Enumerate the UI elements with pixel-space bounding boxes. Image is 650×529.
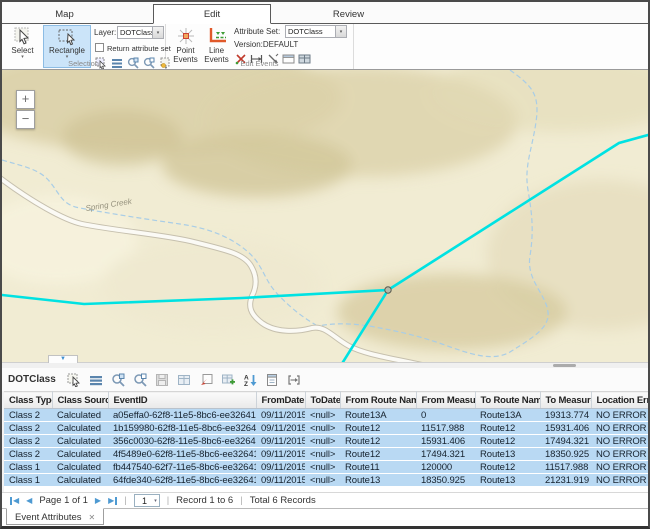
ribbon: Select ▾ Rectangle ▾ Layer: DOTClass ▾ R: [2, 24, 648, 70]
page-number-dropdown-icon: ▾: [154, 498, 159, 504]
layer-label: Layer:: [94, 28, 116, 37]
col-to-measure[interactable]: To Measure: [540, 392, 591, 409]
version-label: Version:DEFAULT: [234, 40, 298, 49]
table-row[interactable]: Class 2Calculated356c0030-62f8-11e5-8bc6…: [4, 435, 650, 448]
col-eventid[interactable]: EventID: [108, 392, 256, 409]
switch-table-icon[interactable]: [176, 372, 192, 388]
table-row[interactable]: Class 2Calculated4f5489e0-62f8-11e5-8bc6…: [4, 448, 650, 461]
record-range-text: Record 1 to 6: [176, 495, 233, 506]
report-icon[interactable]: [264, 372, 280, 388]
table-row[interactable]: Class 1Calculated64fde340-62f8-11e5-8bc6…: [4, 474, 650, 487]
select-cursor-icon: [13, 26, 33, 46]
map-canvas: Spring Creek: [2, 70, 648, 362]
route-junction-marker[interactable]: [385, 287, 391, 293]
table-row[interactable]: Class 2Calculateda05effa0-62f8-11e5-8bc6…: [4, 409, 650, 422]
selection-group: Select ▾ Rectangle ▾ Layer: DOTClass ▾ R: [2, 24, 166, 69]
col-todate[interactable]: ToDate: [305, 392, 340, 409]
pan-to-selected-icon[interactable]: [132, 372, 148, 388]
col-to-route-name[interactable]: To Route Name: [475, 392, 540, 409]
app-window: Map Edit Review Select ▾: [0, 0, 650, 529]
table-header-row: Class Type Class Source EventID FromDate…: [4, 392, 650, 409]
col-from-route-name[interactable]: From Route Name: [340, 392, 416, 409]
col-location-error[interactable]: Location Error: [591, 392, 650, 409]
record-pager: ◀ ◀ Page 1 of 1 ▶ ▶ | 1 ▾ | Record 1 to …: [2, 492, 648, 508]
collapse-triangle-icon: ▼: [60, 356, 66, 362]
attribute-set-label: Attribute Set:: [234, 27, 280, 36]
save-icon[interactable]: [154, 372, 170, 388]
attribute-table-container: Class Type Class Source EventID FromDate…: [2, 391, 648, 492]
tab-event-attributes[interactable]: Event Attributes ✕: [6, 508, 104, 525]
svg-text:Z: Z: [244, 381, 248, 387]
tab-review[interactable]: Review: [301, 5, 396, 23]
table-row[interactable]: Class 2Calculated1b159980-62f8-11e5-8bc6…: [4, 422, 650, 435]
next-page-button[interactable]: ▶: [95, 497, 101, 505]
point-events-icon: [175, 26, 197, 46]
zoom-out-button[interactable]: −: [16, 110, 35, 129]
pager-separator: |: [167, 495, 169, 506]
edit-events-group-label: Edit Events: [166, 59, 353, 68]
line-events-icon: [206, 26, 228, 46]
total-records-text: Total 6 Records: [250, 495, 316, 506]
first-page-button[interactable]: ◀: [10, 497, 19, 505]
col-from-measure[interactable]: From Measure: [416, 392, 475, 409]
table-options-icon[interactable]: [88, 372, 104, 388]
table-select-icon[interactable]: [66, 372, 82, 388]
map-hscrollbar-thumb[interactable]: [553, 364, 576, 367]
selection-group-label: Selection: [2, 59, 165, 68]
zoom-to-selected-icon[interactable]: [110, 372, 126, 388]
line-events-label-1: Line: [209, 47, 224, 55]
table-title: DOTClass: [8, 374, 56, 385]
col-class-source[interactable]: Class Source: [52, 392, 108, 409]
collapse-panel-button[interactable]: ▼: [48, 355, 78, 363]
attribute-set-combobox[interactable]: DOTClass ▾: [285, 25, 347, 38]
measure-records-icon[interactable]: [286, 372, 302, 388]
col-class-type[interactable]: Class Type: [4, 392, 52, 409]
layer-combobox[interactable]: DOTClass ▾: [117, 26, 164, 39]
return-attribute-set-checkbox[interactable]: [95, 43, 104, 52]
return-attribute-set-label: Return attribute set: [107, 44, 171, 53]
attribute-table: Class Type Class Source EventID FromDate…: [4, 391, 650, 487]
close-icon[interactable]: ✕: [89, 513, 96, 522]
table-toolbar: DOTClass AZ: [2, 368, 648, 391]
col-fromdate[interactable]: FromDate: [256, 392, 305, 409]
attribute-set-value: DOTClass: [286, 27, 335, 36]
tab-map[interactable]: Map: [22, 5, 107, 23]
panel-splitter[interactable]: ▼: [2, 362, 648, 368]
previous-page-button[interactable]: ◀: [26, 497, 32, 505]
page-number-combobox[interactable]: 1 ▾: [134, 494, 160, 507]
add-records-icon[interactable]: [220, 372, 236, 388]
export-records-icon[interactable]: [198, 372, 214, 388]
zoom-in-button[interactable]: +: [16, 90, 35, 109]
table-row[interactable]: Class 1Calculatedfb447540-62f7-11e5-8bc6…: [4, 461, 650, 474]
event-attributes-tab-label: Event Attributes: [15, 512, 82, 523]
ribbon-tabbar: Map Edit Review: [2, 2, 648, 24]
last-page-button[interactable]: ▶: [108, 497, 117, 505]
map-zoom-control: + −: [16, 90, 35, 129]
map-viewport[interactable]: Spring Creek + −: [2, 70, 648, 362]
page-text: Page 1 of 1: [39, 495, 88, 506]
point-events-label-1: Point: [176, 47, 194, 55]
pager-separator: |: [124, 495, 126, 506]
tab-edit[interactable]: Edit: [153, 4, 271, 24]
pager-separator: |: [240, 495, 242, 506]
attribute-set-dropdown-icon[interactable]: ▾: [335, 26, 346, 37]
edit-events-group: Point Events Line Events Attribute Set: …: [166, 24, 354, 69]
rectangle-select-icon: [57, 26, 77, 46]
layer-value: DOTClass: [118, 28, 152, 37]
sort-icon[interactable]: AZ: [242, 372, 258, 388]
layer-dropdown-icon[interactable]: ▾: [152, 27, 163, 38]
page-number-value: 1: [135, 496, 154, 506]
bottom-tabbar: Event Attributes ✕: [2, 508, 648, 526]
